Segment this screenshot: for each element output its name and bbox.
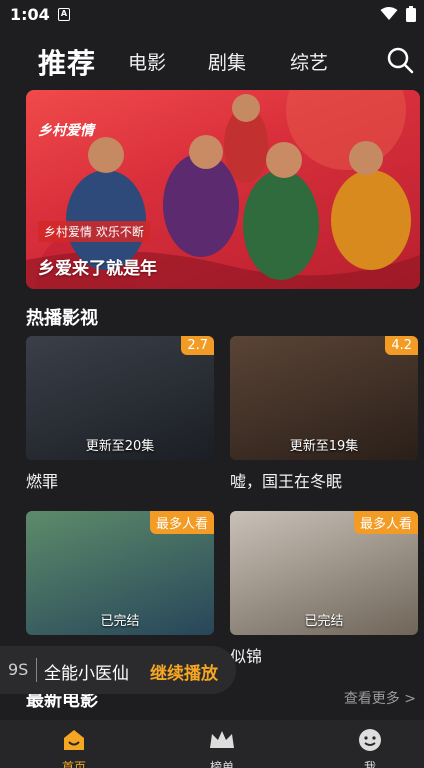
status-time: 1:04	[10, 5, 50, 24]
bottom-nav: 首页 榜单 我	[0, 720, 424, 768]
bottom-nav-me[interactable]: 我	[340, 728, 400, 768]
status-icons	[380, 6, 416, 22]
rating-badge: 4.2	[385, 336, 418, 355]
section-title-hot: 热播影视	[26, 308, 98, 329]
wifi-icon	[380, 7, 398, 20]
continue-title: 全能小医仙	[44, 664, 129, 684]
rating-badge: 2.7	[181, 336, 214, 355]
popular-badge: 最多人看	[149, 511, 214, 534]
banner-title: 乡爱来了就是年	[38, 259, 157, 279]
see-more-link[interactable]: 查看更多 >	[344, 688, 416, 708]
battery-icon	[406, 6, 416, 22]
search-icon[interactable]	[386, 46, 414, 74]
episode-status: 更新至19集	[289, 439, 359, 454]
featured-banner[interactable]: 乡村爱情 乡村爱情 欢乐不断 乡爱来了就是年	[26, 90, 420, 289]
video-card[interactable]: 4.2 更新至19集 嘘，国王在冬眠	[230, 336, 418, 492]
episode-status: 已完结	[304, 614, 344, 629]
smiley-icon	[359, 729, 381, 751]
popular-badge: 最多人看	[353, 511, 418, 534]
card-poster[interactable]: 最多人看 已完结	[26, 511, 214, 635]
card-title[interactable]: 似锦	[230, 643, 418, 667]
video-card[interactable]: 2.7 更新至20集 燃罪	[26, 336, 214, 492]
banner-subtitle: 乡村爱情 欢乐不断	[38, 221, 150, 242]
banner-tag: 乡村爱情	[38, 123, 94, 139]
card-poster[interactable]: 2.7 更新至20集	[26, 336, 214, 460]
bottom-nav-label: 榜单	[209, 760, 234, 768]
status-bar: 1:04 A	[0, 0, 424, 30]
card-title[interactable]: 燃罪	[26, 468, 214, 492]
crown-icon	[210, 731, 234, 748]
tab-series[interactable]: 剧集	[208, 48, 246, 75]
bottom-nav-label: 首页	[61, 760, 86, 768]
tab-movies[interactable]: 电影	[128, 48, 166, 75]
divider	[36, 658, 37, 682]
video-card[interactable]: 最多人看 已完结 难哄	[26, 511, 214, 667]
top-nav: 推荐 电影 剧集 综艺	[0, 36, 424, 86]
tab-variety[interactable]: 综艺	[290, 48, 328, 75]
video-card[interactable]: 最多人看 已完结 似锦	[230, 511, 418, 667]
card-poster[interactable]: 最多人看 已完结	[230, 511, 418, 635]
home-icon	[64, 730, 84, 750]
bottom-nav-label: 我	[363, 760, 376, 768]
card-poster[interactable]: 4.2 更新至19集	[230, 336, 418, 460]
episode-status: 更新至20集	[85, 439, 155, 454]
episode-status: 已完结	[100, 614, 140, 629]
card-title[interactable]: 嘘，国王在冬眠	[230, 468, 418, 492]
notification-icon: A	[58, 8, 70, 21]
continue-episode: 9S	[8, 660, 29, 679]
bottom-nav-ranking[interactable]: 榜单	[192, 728, 252, 768]
bottom-nav-home[interactable]: 首页	[44, 728, 104, 768]
continue-play-button[interactable]: 继续播放	[150, 659, 218, 684]
continue-watching-bar[interactable]: 9S 全能小医仙 继续播放	[0, 646, 236, 694]
tab-recommend[interactable]: 推荐	[38, 42, 96, 82]
